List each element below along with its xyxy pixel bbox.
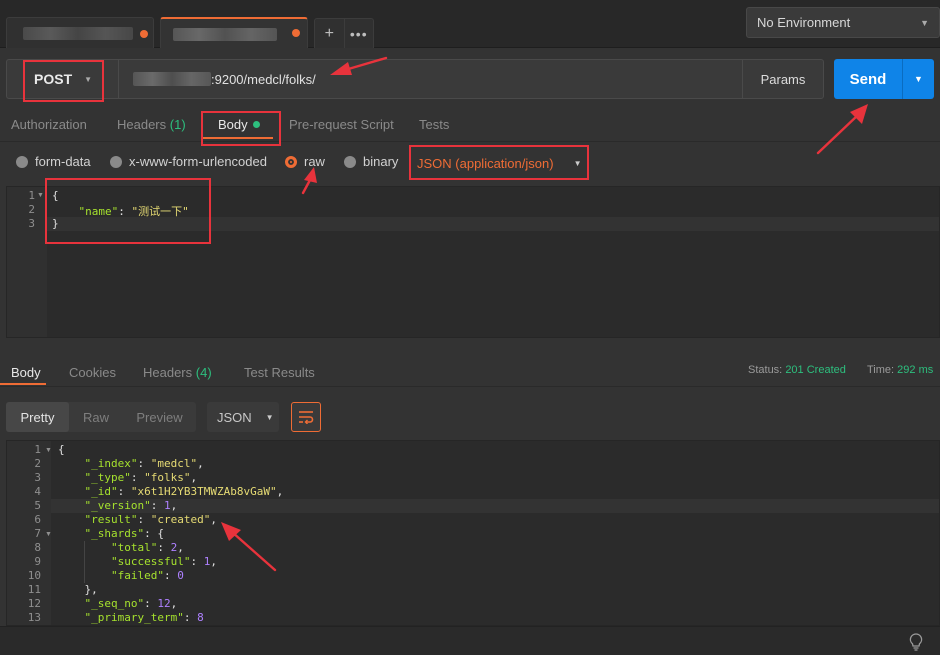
arrow-url-icon [343, 56, 388, 72]
annotation-arrows [221, 56, 868, 572]
arrow-result-icon [230, 530, 277, 572]
arrowhead-raw-icon [304, 167, 317, 183]
arrow-raw-icon [301, 178, 312, 195]
arrowhead-url-icon [330, 62, 352, 75]
arrow-send-icon [816, 113, 860, 155]
